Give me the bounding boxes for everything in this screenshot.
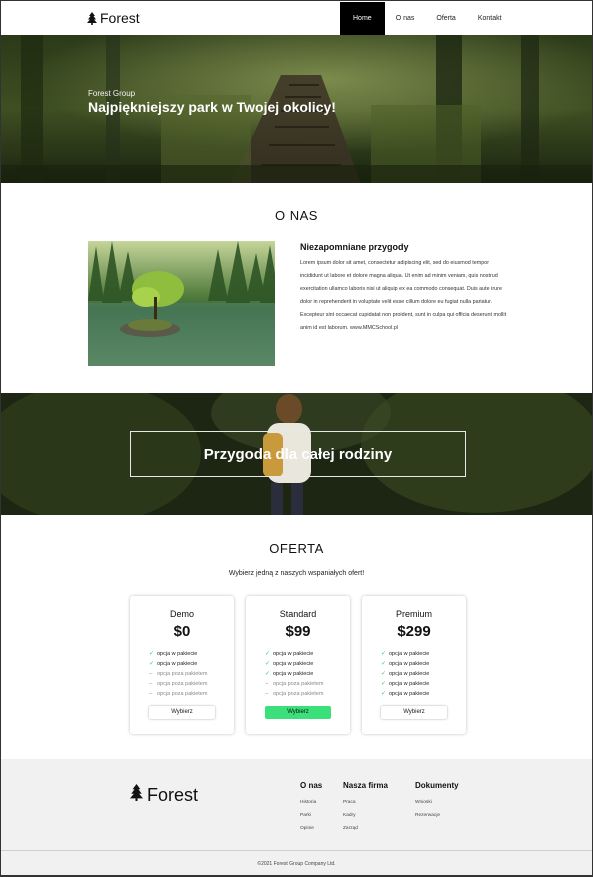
about-lake-image	[88, 241, 275, 366]
footer-link-parki[interactable]: Parki	[300, 809, 322, 822]
feature-item: – opcja poza pakietem	[149, 681, 208, 687]
offer-card-demo: Demo $0 ✓ opcja w pakiecie ✓ opcja w pakie…	[130, 596, 234, 734]
nav-item-home[interactable]: Home	[340, 2, 385, 35]
banner-text: Przygoda dla całej rodziny	[203, 445, 393, 463]
feature-item: ✓ opcja w pakiecie	[265, 651, 314, 657]
about-heading: Niezapomniane przygody	[300, 242, 409, 252]
hero-title: Najpiękniejszy park w Twojej okolicy!	[88, 99, 336, 115]
check-icon: ✓	[265, 671, 271, 677]
top-navbar: Forest Home O nas Oferta Kontakt	[1, 2, 592, 35]
select-standard-button[interactable]: Wybierz	[265, 706, 331, 719]
plan-name: Demo	[169, 609, 194, 619]
footer-column-nasza-firma: Nasza firma Praca Kadry Zarząd	[343, 781, 388, 835]
feature-item: ✓ opcja w pakiecie	[381, 671, 430, 677]
plan-name: Standard	[279, 609, 317, 619]
footer-column-title: Nasza firma	[343, 781, 388, 790]
tree-icon	[130, 784, 143, 806]
footer-link-praca[interactable]: Praca	[343, 796, 388, 809]
dash-icon: –	[265, 681, 269, 687]
hero-section: Forest Group Najpiękniejszy park w Twoje…	[1, 35, 592, 183]
check-icon: ✓	[381, 681, 387, 687]
dash-icon: –	[149, 681, 153, 687]
footer-column-o-nas: O nas Historia Parki Opinie	[300, 781, 322, 835]
check-icon: ✓	[381, 661, 387, 667]
tree-icon	[87, 11, 97, 25]
offer-subtitle: Wybierz jedną z naszych wspaniałych ofer…	[228, 570, 365, 577]
feature-item: ✓ opcja w pakiecie	[149, 661, 198, 667]
footer-link-kadry[interactable]: Kadry	[343, 809, 388, 822]
footer-column-dokumenty: Dokumenty Wnioski Rezerwacje	[415, 781, 459, 822]
footer-link-rezerwacje[interactable]: Rezerwacje	[415, 809, 459, 822]
about-section-title: O NAS	[275, 208, 318, 223]
check-icon: ✓	[149, 651, 155, 657]
footer-link-historia[interactable]: Historia	[300, 796, 322, 809]
plan-price: $99	[285, 623, 311, 640]
check-icon: ✓	[381, 691, 387, 697]
plan-features: ✓ opcja w pakiecie ✓ opcja w pakiecie – opc…	[149, 649, 207, 699]
check-icon: ✓	[149, 661, 155, 667]
dash-icon: –	[265, 691, 269, 697]
plan-price: $299	[397, 623, 431, 640]
check-icon: ✓	[265, 661, 271, 667]
banner-text-box: Przygoda dla całej rodziny	[130, 431, 466, 477]
check-icon: ✓	[381, 651, 387, 657]
offer-card-premium: Premium $299 ✓ opcja w pakiecie ✓ opcja w …	[362, 596, 466, 734]
dash-icon: –	[149, 691, 153, 697]
feature-item: ✓ opcja w pakiecie	[381, 651, 430, 657]
feature-item: ✓ opcja w pakiecie	[265, 671, 314, 677]
feature-item: – opcja poza pakietem	[149, 691, 208, 697]
feature-item: ✓ opcja w pakiecie	[381, 681, 430, 687]
check-icon: ✓	[381, 671, 387, 677]
footer-logo-text: Forest	[147, 784, 199, 805]
copyright-bar: ©2021 Forest Group Company Ltd.	[1, 850, 592, 875]
offer-section-title: OFERTA	[269, 541, 324, 556]
footer-link-wnioski[interactable]: Wnioski	[415, 796, 459, 809]
page: Forest Home O nas Oferta Kontakt Forest …	[0, 0, 593, 877]
footer-link-zarzad[interactable]: Zarząd	[343, 822, 388, 835]
feature-item: ✓ opcja w pakiecie	[149, 651, 198, 657]
plan-price: $0	[173, 623, 191, 640]
select-premium-button[interactable]: Wybierz	[381, 706, 447, 719]
hero-subtitle: Forest Group	[88, 89, 136, 98]
dash-icon: –	[149, 671, 153, 677]
main-menu: Home O nas Oferta Kontakt	[340, 2, 513, 35]
plan-name: Premium	[395, 609, 432, 619]
feature-item: ✓ opcja w pakiecie	[381, 691, 430, 697]
footer	[1, 759, 592, 850]
nav-item-kontakt[interactable]: Kontakt	[467, 2, 513, 35]
nav-item-oferta[interactable]: Oferta	[425, 2, 466, 35]
feature-item: – opcja poza pakietem	[265, 691, 324, 697]
plan-features: ✓ opcja w pakiecie ✓ opcja w pakiecie ✓ opc…	[381, 649, 429, 699]
feature-item: ✓ opcja w pakiecie	[265, 661, 314, 667]
about-text: Lorem ipsum dolor sit amet, consectetur …	[300, 260, 507, 331]
nav-item-o-nas[interactable]: O nas	[385, 2, 426, 35]
plan-features: ✓ opcja w pakiecie ✓ opcja w pakiecie ✓ opc…	[265, 649, 323, 699]
offer-card-standard: Standard $99 ✓ opcja w pakiecie ✓ opcja w …	[246, 596, 350, 734]
select-demo-button[interactable]: Wybierz	[149, 706, 215, 719]
logo[interactable]: Forest	[87, 10, 140, 26]
footer-link-opinie[interactable]: Opinie	[300, 822, 322, 835]
feature-item: – opcja poza pakietem	[149, 671, 208, 677]
footer-column-title: Dokumenty	[415, 781, 459, 790]
logo-text: Forest	[100, 10, 140, 26]
feature-item: ✓ opcja w pakiecie	[381, 661, 430, 667]
footer-logo[interactable]: Forest	[130, 784, 198, 806]
check-icon: ✓	[265, 651, 271, 657]
copyright-text: ©2021 Forest Group Company Ltd.	[257, 861, 336, 867]
feature-item: – opcja poza pakietem	[265, 681, 324, 687]
footer-column-title: O nas	[300, 781, 323, 790]
